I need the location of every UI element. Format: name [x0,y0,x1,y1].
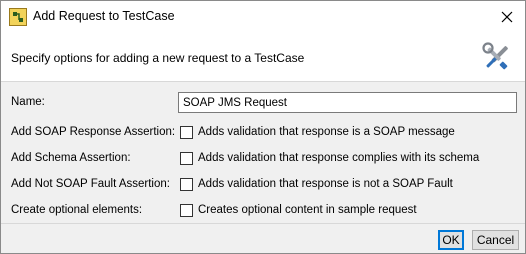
ok-button[interactable]: OK [438,230,464,250]
schema-assertion-checkbox[interactable] [180,152,193,165]
soapui-icon [9,8,27,26]
tools-icon [481,41,513,73]
option-description[interactable]: Adds validation that response is a SOAP … [198,126,455,138]
cancel-button[interactable]: Cancel [472,230,519,250]
dialog-window: Add Request to TestCase Specify options … [0,0,526,254]
title-bar: Add Request to TestCase [1,1,525,32]
dialog-title: Add Request to TestCase [33,9,175,23]
dialog-header: Specify options for adding a new request… [1,32,525,82]
option-row-optional-elements: Create optional elements: Creates option… [1,200,525,222]
option-label: Add SOAP Response Assertion: [11,126,176,138]
option-description[interactable]: Adds validation that response complies w… [198,152,479,164]
close-icon [501,11,513,23]
option-label: Add Not SOAP Fault Assertion: [11,178,170,190]
soap-response-assertion-checkbox[interactable] [180,126,193,139]
option-label: Create optional elements: [11,204,143,216]
not-soap-fault-assertion-checkbox[interactable] [180,178,193,191]
dialog-footer: OK Cancel [1,223,525,253]
option-row-schema: Add Schema Assertion: Adds validation th… [1,148,525,170]
name-input[interactable] [178,92,517,113]
name-label: Name: [11,96,45,108]
optional-elements-checkbox[interactable] [180,204,193,217]
header-description: Specify options for adding a new request… [11,51,305,65]
close-button[interactable] [497,7,517,27]
name-row: Name: [1,92,525,114]
options-form: Name: Add SOAP Response Assertion: Adds … [1,83,525,223]
option-description[interactable]: Adds validation that response is not a S… [198,178,453,190]
option-row-soap-response: Add SOAP Response Assertion: Adds valida… [1,122,525,144]
option-row-not-soap-fault: Add Not SOAP Fault Assertion: Adds valid… [1,174,525,196]
option-label: Add Schema Assertion: [11,152,131,164]
option-description[interactable]: Creates optional content in sample reque… [198,204,417,216]
